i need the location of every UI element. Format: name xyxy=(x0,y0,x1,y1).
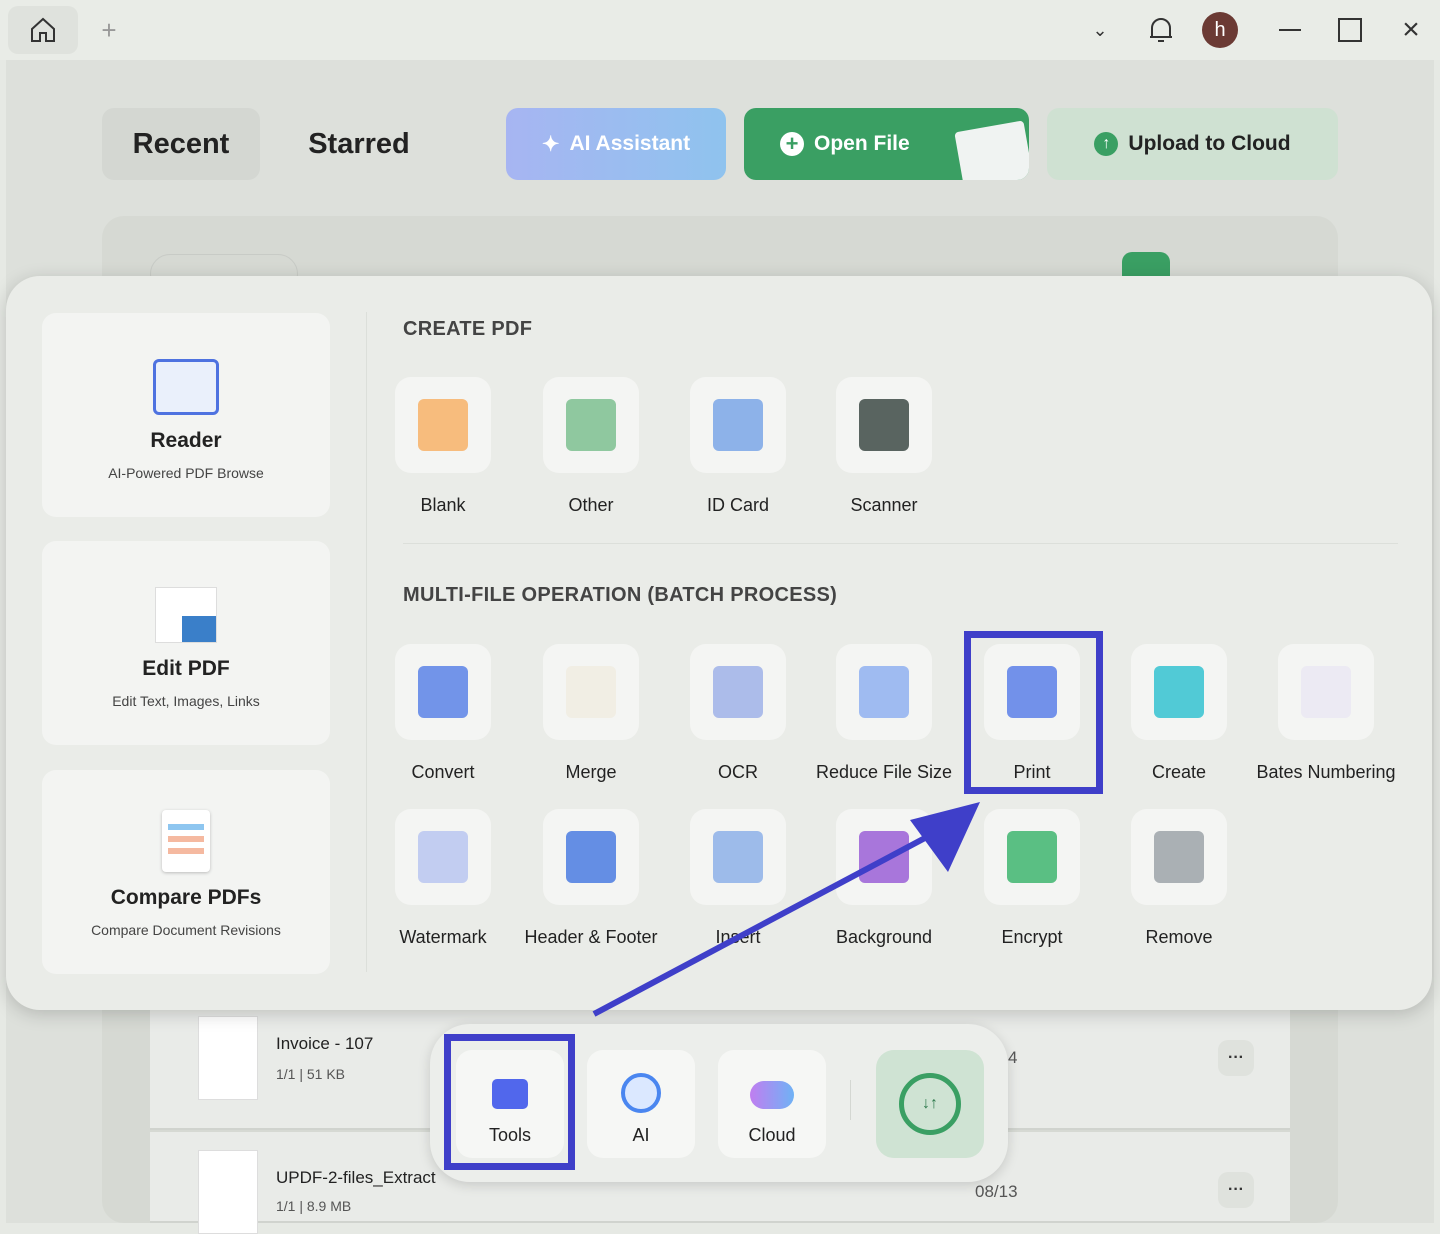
card-subtitle: Edit Text, Images, Links xyxy=(112,693,260,709)
documents-illustration-icon xyxy=(954,120,1029,180)
tool-ocr[interactable]: OCR xyxy=(663,644,813,783)
tool-label: Reduce File Size xyxy=(815,762,953,782)
file-date: 08/13 xyxy=(975,1182,1018,1201)
card-title: Compare PDFs xyxy=(110,886,262,909)
home-tab-button[interactable] xyxy=(8,6,78,54)
upload-label: Upload to Cloud xyxy=(1128,132,1291,155)
edit-text-icon xyxy=(155,587,217,643)
tool-watermark[interactable]: Watermark xyxy=(368,809,518,948)
card-subtitle: AI-Powered PDF Browse xyxy=(108,465,264,481)
upload-to-cloud-button[interactable]: ↑ Upload to Cloud xyxy=(1047,108,1338,180)
dock-label: Cloud xyxy=(748,1125,796,1145)
ai-orb-icon xyxy=(621,1073,661,1113)
file-name: UPDF-2-files_Extract xyxy=(276,1168,436,1187)
batch-heading: MULTI-FILE OPERATION (BATCH PROCESS) xyxy=(403,584,838,606)
tool-label: Merge xyxy=(565,762,617,782)
more-options-icon[interactable]: ··· xyxy=(1218,1040,1254,1076)
more-options-icon[interactable]: ··· xyxy=(1218,1172,1254,1208)
pointer-arrow xyxy=(592,802,980,1017)
compare-icon xyxy=(162,810,210,872)
create-pdf-heading: CREATE PDF xyxy=(403,318,533,340)
reader-card[interactable]: Reader AI-Powered PDF Browse xyxy=(42,313,330,517)
edit-pdf-card[interactable]: Edit PDF Edit Text, Images, Links xyxy=(42,541,330,745)
avatar[interactable]: h xyxy=(1202,12,1238,48)
plus-circle-icon: + xyxy=(780,131,804,156)
file-thumbnail xyxy=(198,1016,258,1100)
blank-icon xyxy=(395,377,491,473)
close-icon[interactable]: × xyxy=(1396,12,1426,48)
file-meta: 1/1 | 8.9 MB xyxy=(276,1198,352,1214)
ai-assistant-button[interactable]: ✦ AI Assistant xyxy=(506,108,726,180)
tab-recent[interactable]: Recent xyxy=(102,108,260,180)
watermark-icon xyxy=(395,809,491,905)
sync-button[interactable]: ↓↑ xyxy=(876,1050,984,1158)
open-file-label: Open File xyxy=(814,132,910,155)
tool-other[interactable]: Other xyxy=(516,377,666,516)
bates-numbering-icon xyxy=(1278,644,1374,740)
remove-icon xyxy=(1131,809,1227,905)
create-icon xyxy=(1131,644,1227,740)
tool-label: OCR xyxy=(718,762,758,782)
divider xyxy=(850,1080,851,1120)
compare-pdfs-card[interactable]: Compare PDFs Compare Document Revisions xyxy=(42,770,330,974)
card-subtitle: Compare Document Revisions xyxy=(91,922,281,938)
tool-label: ID Card xyxy=(706,495,769,515)
book-icon xyxy=(153,359,219,415)
convert-icon xyxy=(395,644,491,740)
sync-icon: ↓↑ xyxy=(899,1073,961,1135)
tool-label: Watermark xyxy=(399,927,487,947)
minimize-icon[interactable] xyxy=(1276,14,1304,46)
tool-label: Encrypt xyxy=(1001,927,1063,947)
tool-label: Convert xyxy=(411,762,475,782)
card-title: Reader xyxy=(150,429,222,452)
tool-label: Create xyxy=(1151,762,1207,782)
tool-remove[interactable]: Remove xyxy=(1104,809,1254,948)
print-highlight-box xyxy=(964,631,1103,794)
tool-id-card[interactable]: ID Card xyxy=(663,377,813,516)
tool-scanner[interactable]: Scanner xyxy=(809,377,959,516)
bell-icon[interactable] xyxy=(1145,12,1177,48)
tab-starred[interactable]: Starred xyxy=(280,108,438,180)
chevron-down-icon[interactable]: ⌄ xyxy=(1086,14,1114,46)
tool-label: Bates Numbering xyxy=(1256,762,1396,782)
card-title: Edit PDF xyxy=(142,657,230,680)
dock-cloud-button[interactable]: Cloud xyxy=(718,1050,826,1158)
tool-reduce-file-size[interactable]: Reduce File Size xyxy=(809,644,959,783)
maximize-icon[interactable] xyxy=(1338,18,1362,42)
reduce-file-size-icon xyxy=(836,644,932,740)
file-meta: 1/1 | 51 KB xyxy=(276,1066,346,1082)
other-icon xyxy=(543,377,639,473)
tool-label: Remove xyxy=(1145,927,1213,947)
ocr-icon xyxy=(690,644,786,740)
ai-icon: ✦ xyxy=(541,132,560,156)
upload-arrow-icon: ↑ xyxy=(1094,132,1119,156)
merge-icon xyxy=(543,644,639,740)
tool-label: Scanner xyxy=(850,495,918,515)
tools-highlight-box xyxy=(444,1034,575,1170)
dock-label: AI xyxy=(632,1125,650,1145)
scanner-icon xyxy=(836,377,932,473)
dock-ai-button[interactable]: AI xyxy=(587,1050,695,1158)
tool-label: Other xyxy=(568,495,614,515)
tool-bates-numbering[interactable]: Bates Numbering xyxy=(1251,644,1401,783)
tool-create[interactable]: Create xyxy=(1104,644,1254,783)
tool-label: Blank xyxy=(420,495,466,515)
ai-assistant-label: AI Assistant xyxy=(569,132,691,155)
cloud-icon xyxy=(750,1081,794,1109)
file-thumbnail xyxy=(198,1150,258,1234)
tool-blank[interactable]: Blank xyxy=(368,377,518,516)
tool-convert[interactable]: Convert xyxy=(368,644,518,783)
divider xyxy=(403,543,1398,544)
divider xyxy=(366,312,367,972)
id-card-icon xyxy=(690,377,786,473)
open-file-button[interactable]: + Open File xyxy=(744,108,1029,180)
tool-merge[interactable]: Merge xyxy=(516,644,666,783)
new-tab-plus-icon[interactable]: + xyxy=(96,15,122,45)
home-icon xyxy=(31,17,55,42)
file-name: Invoice - 107 xyxy=(276,1034,374,1053)
file-date: 4 xyxy=(1008,1048,1018,1067)
